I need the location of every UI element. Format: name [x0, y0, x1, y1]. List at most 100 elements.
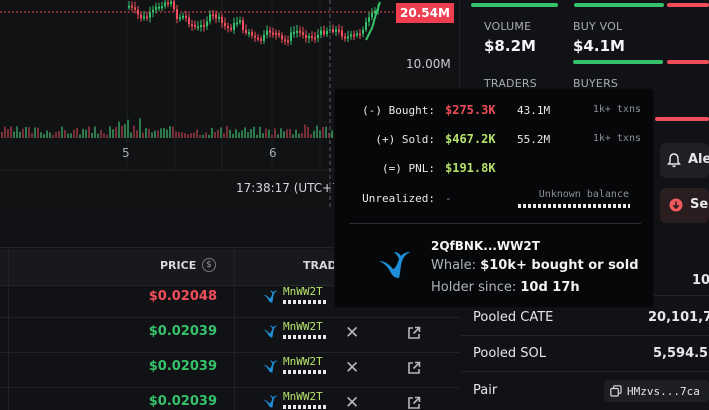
volume-bar [70, 133, 72, 138]
volume-bar [82, 128, 84, 138]
sell-button[interactable]: Se [660, 188, 709, 223]
sell-label: Se [690, 197, 709, 212]
trader-name[interactable]: MnWW2T [283, 390, 323, 403]
volume-bar [133, 125, 135, 138]
candle-body [197, 26, 199, 29]
external-link-icon[interactable] [407, 395, 421, 410]
table-row[interactable]: $0.02039 MnWW2T ✕ [0, 318, 460, 353]
bought-txns: 1k+ txns [592, 104, 641, 115]
volume-bar [1, 132, 3, 138]
volume-bar [205, 132, 207, 138]
x-axis-label-5: 5 [122, 146, 130, 160]
volume-bar [295, 129, 297, 138]
volume-bar [190, 133, 192, 138]
volume-bar [100, 130, 102, 138]
candle-body [302, 32, 304, 35]
candle-body [236, 22, 238, 25]
candle-body [176, 9, 178, 20]
close-icon[interactable]: ✕ [345, 393, 359, 410]
volume-bar [226, 126, 228, 138]
trader-balance-bar [283, 370, 327, 374]
volume-bar [157, 130, 159, 138]
wallet-address[interactable]: 2QfBNK...WW2T [431, 239, 540, 253]
candle-body [146, 16, 148, 19]
candle-body [149, 12, 151, 18]
candle-body [257, 37, 259, 40]
volume-bar [127, 119, 129, 138]
volume-bar [253, 126, 255, 138]
unknown-balance-label: Unknown balance [538, 189, 629, 200]
trader-name[interactable]: MnWW2T [283, 320, 323, 333]
bought-label: (-) Bought: [362, 104, 435, 117]
price-column-header[interactable]: PRICE [160, 259, 196, 272]
volume-bar [292, 134, 294, 138]
candle-body [254, 35, 256, 38]
trader-name[interactable]: MnWW2T [283, 285, 323, 298]
volume-bar [325, 126, 327, 138]
sold-label: (+) Sold: [375, 133, 435, 146]
whale-icon [379, 252, 410, 278]
trade-price: $0.02039 [148, 394, 217, 409]
volume-bar [220, 127, 222, 138]
unrealized-value: - [445, 192, 452, 205]
volume-bar [148, 128, 150, 138]
unrealized-label: Unrealized: [362, 192, 435, 205]
external-link-icon[interactable] [407, 325, 421, 344]
volume-bar [262, 133, 264, 138]
candle-body [128, 5, 130, 8]
volume-bar [94, 126, 96, 138]
volume-bar [283, 131, 285, 138]
whale-icon [261, 289, 279, 308]
candle-body [200, 25, 202, 28]
pnl-value: $191.8K [445, 161, 496, 175]
volume-bar [184, 133, 186, 138]
candle-body [140, 14, 142, 19]
candle-body [287, 40, 289, 43]
volume-bar [103, 133, 105, 138]
volume-bar [196, 129, 198, 138]
volume-bar [76, 128, 78, 138]
candle-body [266, 30, 268, 35]
volume-bar [118, 121, 120, 138]
buyers-bar-sell [667, 60, 709, 64]
volume-bar [58, 130, 60, 138]
trader-name[interactable]: MnWW2T [283, 355, 323, 368]
volume-bar [109, 126, 111, 138]
candle-body [152, 9, 154, 13]
trader-column-header[interactable]: TRAD [303, 259, 337, 272]
volume-bar [91, 132, 93, 138]
whale-icon [261, 324, 279, 343]
table-row[interactable]: $0.02039 MnWW2T ✕ [0, 353, 460, 388]
partial-value: 10 [692, 273, 709, 288]
candle-body [164, 2, 166, 7]
alert-button[interactable]: Ale [660, 143, 709, 178]
currency-toggle-icon[interactable]: $ [202, 258, 216, 272]
holder-value: 10d 17h [520, 280, 580, 295]
candle-body [212, 14, 214, 17]
trader-balance-bar [283, 405, 327, 409]
volume-bar [211, 128, 213, 138]
candle-body [131, 5, 133, 8]
candle-body [344, 36, 346, 39]
volume-bar [331, 130, 333, 138]
table-row[interactable]: $0.02039 MnWW2T ✕ [0, 388, 460, 410]
pair-value: HMzvs...7ca [627, 384, 700, 398]
trader-tooltip: (-) Bought: $275.3K 43.1M 1k+ txns (+) S… [334, 88, 654, 308]
close-icon[interactable]: ✕ [345, 358, 359, 378]
volume-bar [31, 132, 33, 138]
pair-address-chip[interactable]: HMzvs...7ca [604, 380, 709, 402]
pooled-cate-label: Pooled CATE [473, 310, 554, 325]
arrow-down-circle-icon [669, 198, 683, 212]
candle-body [143, 16, 145, 19]
trade-price: $0.02039 [148, 359, 217, 374]
external-link-icon[interactable] [407, 360, 421, 379]
volume-bar [37, 127, 39, 138]
close-icon[interactable]: ✕ [345, 323, 359, 343]
volume-bar [97, 133, 99, 138]
volume-label: VOLUME [484, 20, 532, 33]
candle-body [161, 6, 163, 9]
volume-bar [28, 127, 30, 138]
volume-bar [298, 133, 300, 138]
volume-bar [145, 128, 147, 138]
volume-bar [52, 134, 54, 138]
